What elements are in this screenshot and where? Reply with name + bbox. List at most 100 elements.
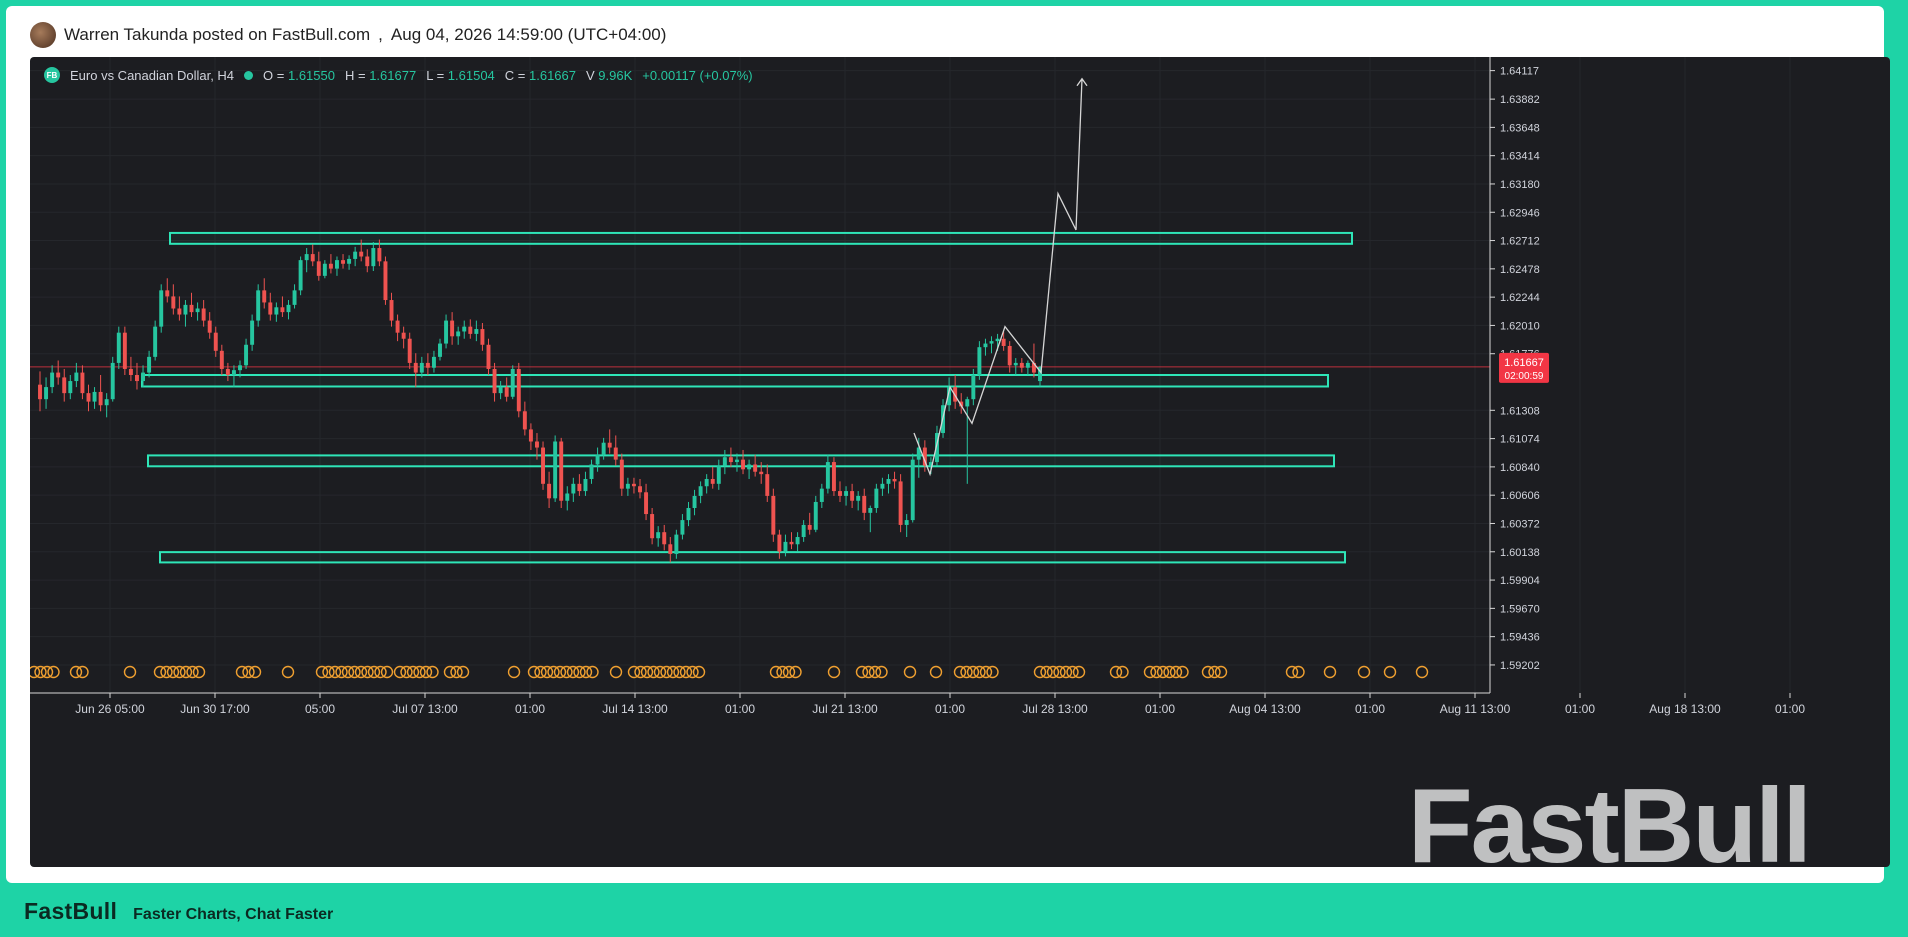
author-line[interactable]: Warren Takunda posted on FastBull.com: [64, 25, 370, 45]
candle-body: [838, 491, 842, 496]
chart-area[interactable]: 1.64117 1.63882 1.63648 1.63414 1.63180 1.629…: [30, 57, 1890, 867]
event-marker: [328, 665, 342, 679]
event-marker: [1109, 665, 1123, 679]
candle-body: [692, 495, 697, 509]
zone-rect: [141, 374, 1329, 388]
y-tick-label: 1.63180: [1500, 179, 1540, 191]
candle-body: [662, 532, 667, 545]
candle-body: [898, 481, 903, 525]
event-marker: [179, 665, 193, 679]
x-tick-label: 01:00: [1355, 702, 1385, 716]
candle-body: [92, 391, 97, 402]
event-marker: [1176, 665, 1189, 679]
projection-line: [913, 78, 1083, 477]
y-tick-label: 1.63882: [1500, 94, 1540, 106]
candle-body: [365, 256, 370, 267]
event-marker: [242, 665, 255, 679]
candle-body: [498, 387, 503, 394]
volume-label: V: [586, 67, 595, 83]
candle-body: [298, 260, 303, 291]
y-tick-label: 1.62478: [1500, 264, 1540, 276]
event-marker: [315, 665, 329, 679]
countdown-label: 02:00:59: [1505, 371, 1544, 382]
candle-body: [401, 332, 406, 339]
candle-body: [1007, 345, 1012, 366]
y-tick-label: 1.62244: [1500, 292, 1540, 304]
candle-body: [710, 478, 715, 484]
zone-rect: [147, 454, 1335, 468]
open-label: O =: [263, 67, 285, 83]
event-marker: [1116, 665, 1129, 679]
event-marker: [776, 665, 789, 679]
y-tick-label: 1.60606: [1500, 490, 1540, 502]
event-marker: [1357, 665, 1371, 679]
event-marker: [76, 665, 89, 679]
market-status-dot: [244, 70, 254, 80]
candle-body: [244, 344, 249, 366]
event-marker: [782, 665, 796, 679]
event-marker: [166, 665, 180, 679]
candle-body: [274, 307, 279, 315]
event-marker: [1163, 665, 1176, 679]
x-axis[interactable]: Jun 26 05:00 Jun 30 17:00 05:00 Jul 07 13:0…: [30, 692, 1805, 716]
candle-body: [716, 465, 721, 484]
event-marker: [1201, 665, 1215, 679]
candle-body: [116, 332, 121, 363]
candle-body: [886, 478, 891, 484]
chart-legend: FB Euro vs Canadian Dollar, H4 O = 1.615…: [44, 67, 753, 83]
event-marker: [660, 665, 673, 679]
candle-body: [892, 478, 897, 482]
post-datetime: Aug 04, 2026 14:59:00 (UTC+04:00): [390, 25, 667, 44]
event-marker: [1033, 665, 1047, 679]
x-tick-label: 01:00: [725, 702, 755, 716]
candle-body: [389, 300, 394, 321]
event-marker: [341, 665, 355, 679]
high-label: H =: [344, 67, 366, 83]
event-marker: [929, 665, 943, 679]
event-marker: [855, 665, 869, 679]
candle-body: [831, 462, 836, 492]
symbol-name[interactable]: Euro vs Canadian Dollar, H4: [70, 68, 234, 83]
event-marker: [647, 665, 660, 679]
y-axis[interactable]: 1.64117 1.63882 1.63648 1.63414 1.63180 1.629…: [1489, 57, 1549, 693]
event-marker: [1066, 665, 1079, 679]
x-tick-label: Jul 14 13:00: [602, 702, 668, 716]
post-header: Warren Takunda posted on FastBull.com , …: [30, 20, 666, 50]
footer-tagline: Faster Charts, Chat Faster: [133, 906, 334, 923]
watermark-logo: FastBull: [1407, 767, 1812, 867]
open-value: 1.61550: [287, 67, 335, 83]
event-marker: [1040, 665, 1053, 679]
candle-body: [219, 350, 224, 369]
event-marker: [413, 665, 426, 679]
event-marker: [1143, 665, 1157, 679]
candlestick-chart[interactable]: 1.64117 1.63882 1.63648 1.63414 1.63180 1.629…: [30, 57, 1890, 867]
candle-body: [535, 441, 539, 448]
candle-body: [135, 375, 139, 382]
event-markers[interactable]: [30, 665, 1429, 679]
candle-body: [444, 320, 449, 344]
candle-body: [971, 375, 976, 400]
event-marker: [634, 665, 647, 679]
x-tick-label: Jul 28 13:00: [1022, 702, 1088, 716]
avatar[interactable]: [30, 22, 56, 48]
candle-body: [656, 532, 661, 539]
candle-body: [207, 320, 212, 333]
close-value: 1.61667: [529, 67, 576, 83]
candle-body: [56, 372, 61, 378]
event-marker: [348, 665, 361, 679]
candle-body: [413, 362, 418, 373]
candle-body: [644, 492, 649, 515]
event-marker: [367, 665, 381, 679]
footer-brand[interactable]: FastBull: [24, 898, 117, 925]
zone-rect: [169, 231, 1353, 245]
y-tick-label: 1.61308: [1500, 405, 1540, 417]
change-value: +0.00117 (+0.07%): [642, 67, 753, 83]
y-tick-label: 1.59436: [1500, 632, 1540, 644]
candle-body: [104, 399, 109, 406]
candle-body: [153, 326, 158, 357]
candle-body: [722, 457, 727, 466]
event-marker: [986, 665, 999, 679]
candle-body: [983, 343, 988, 348]
candle-body: [528, 429, 533, 442]
candle-body: [419, 362, 424, 373]
